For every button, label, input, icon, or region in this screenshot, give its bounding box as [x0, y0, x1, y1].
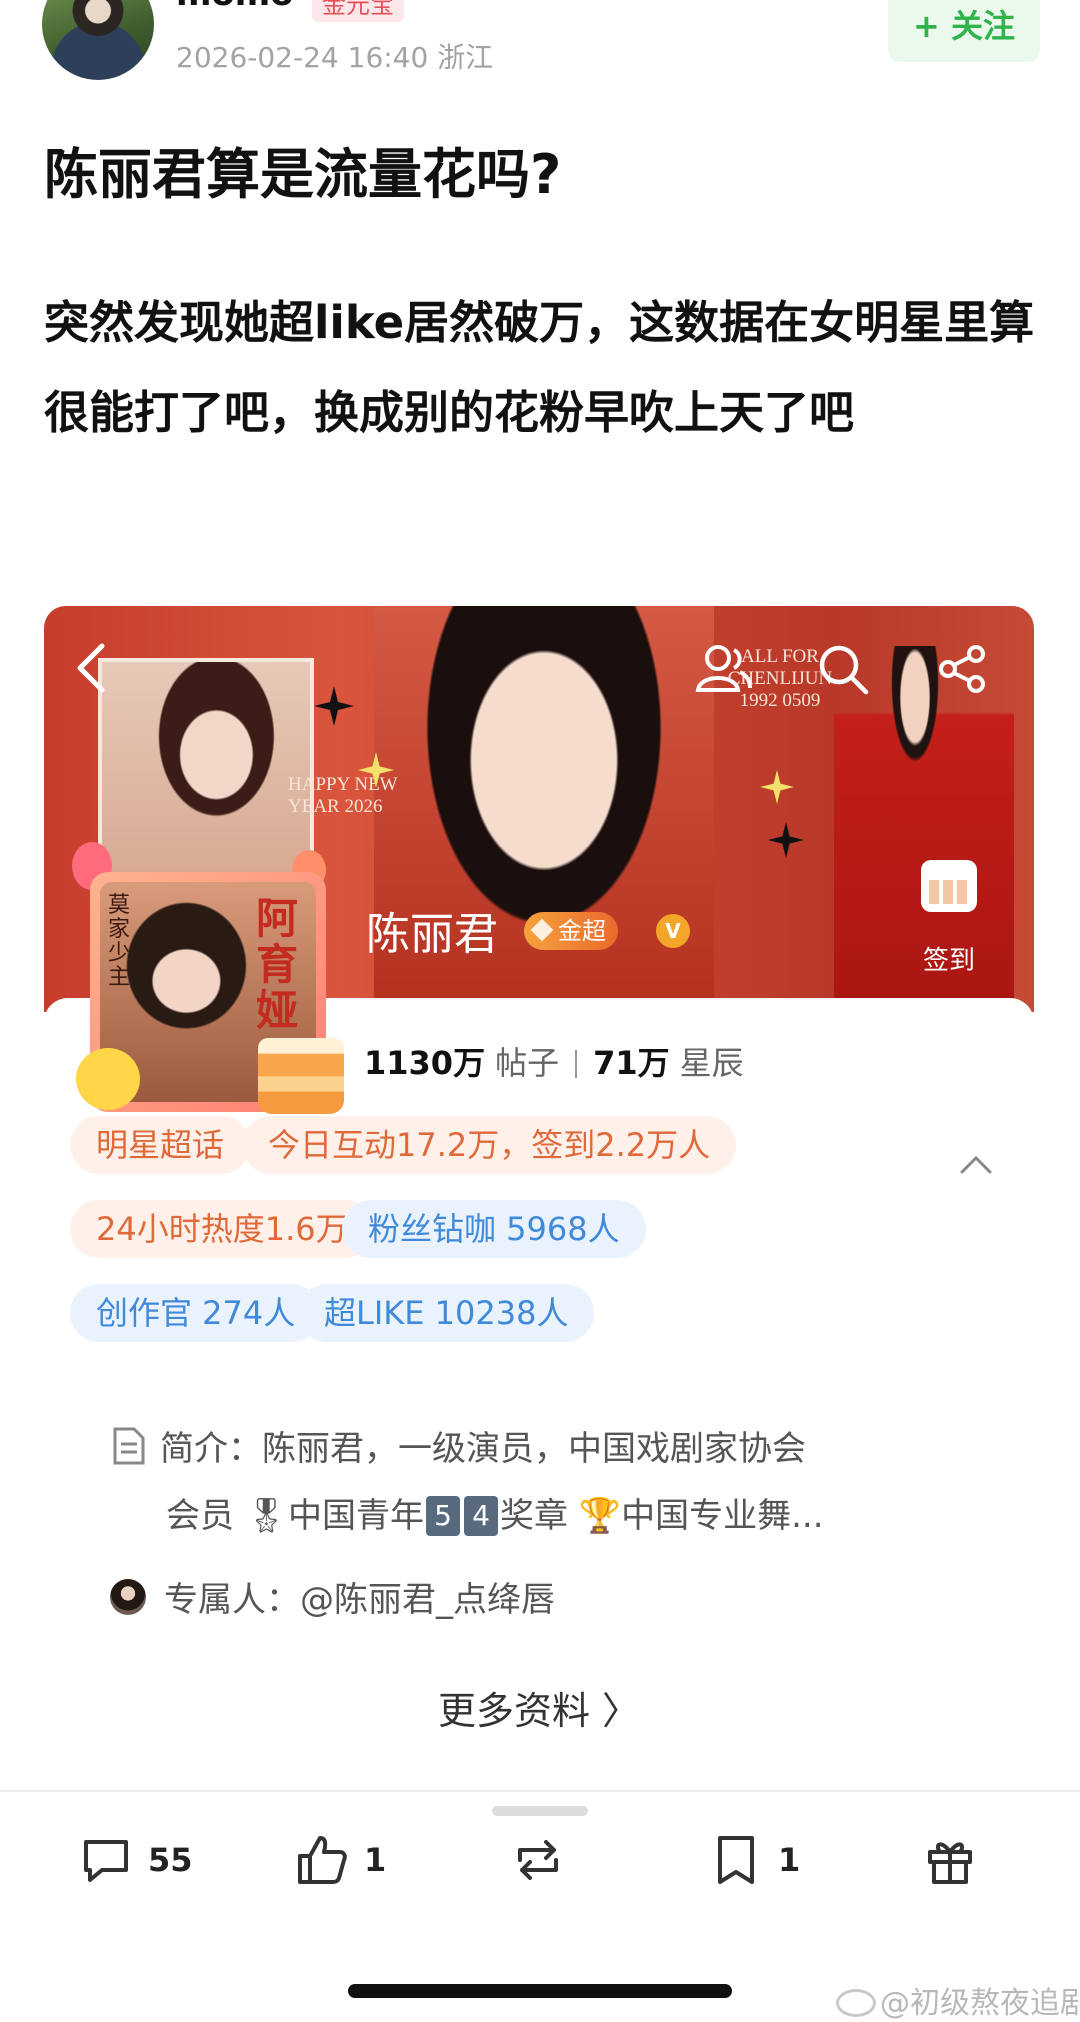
watermark-text: @初级熬夜追剧: [880, 1986, 1080, 2021]
key-4: 4: [463, 1496, 498, 1536]
repost-button[interactable]: [510, 1830, 580, 1890]
avatar-title: 阿育娅: [256, 894, 299, 1035]
intro-line-2: 会员 🎖中国青年 5 4 奖章 🏆中国专业舞...: [166, 1488, 824, 1537]
drag-handle[interactable]: [492, 1806, 588, 1816]
chip-daily-interaction[interactable]: 今日互动17.2万，签到2.2万人: [242, 1116, 737, 1174]
supertopic-avatar[interactable]: 莫家少主 阿育娅: [70, 842, 346, 1122]
comment-icon: [84, 1840, 128, 1882]
group-icon[interactable]: [692, 640, 754, 696]
posts-label: 帖子: [495, 1044, 560, 1082]
chip-24h-heat[interactable]: 24小时热度1.6万: [70, 1200, 374, 1258]
share-icon[interactable]: [936, 642, 990, 696]
supertopic-stats: 1130万 帖子 71万 星辰: [364, 1038, 744, 1084]
action-bar-divider: [0, 1790, 1080, 1792]
user-avatar[interactable]: [42, 0, 154, 80]
checkin-label: 签到: [922, 946, 975, 976]
post-body: 突然发现她超like居然破万，这数据在女明星里算很能打了吧，换成别的花粉早吹上天…: [44, 296, 1035, 439]
chick-icon: [76, 1048, 140, 1110]
gift-button[interactable]: [922, 1830, 978, 1890]
post-timestamp-location: 2026-02-24 16:40 浙江: [176, 41, 494, 74]
more-info-link[interactable]: 更多资料 〉: [44, 1680, 1034, 1735]
supertopic-card[interactable]: ALL FOR CHENLIJUN 1992 0509 HAPPY NEW YE…: [44, 606, 1034, 1788]
intro-text-2b: 奖章 🏆中国专业舞...: [499, 1496, 824, 1536]
sparkle-icon: [760, 770, 794, 804]
chevron-up-icon[interactable]: [956, 1146, 996, 1186]
vip-badge: V: [656, 914, 690, 948]
exclusive-avatar: [110, 1579, 146, 1615]
like-count: 1: [364, 1841, 387, 1879]
search-icon[interactable]: [816, 642, 870, 696]
username[interactable]: momo: [176, 0, 294, 14]
comment-count: 55: [148, 1841, 193, 1879]
chip-super-like[interactable]: 超LIKE 10238人: [298, 1284, 595, 1342]
repost-icon: [518, 1840, 558, 1880]
key-5: 5: [425, 1496, 460, 1536]
comment-button[interactable]: 55: [78, 1830, 193, 1890]
avatar-subtitle: 莫家少主: [108, 893, 131, 990]
level-badge: 金超: [524, 912, 618, 950]
sparkle-icon: [314, 686, 354, 726]
intro-text-1: 简介：陈丽君，一级演员，中国戏剧家协会: [160, 1429, 806, 1469]
document-icon: [113, 1427, 145, 1465]
favorite-button[interactable]: 1: [708, 1830, 800, 1890]
sparkle-icon: [768, 822, 804, 858]
posts-count: 1130万: [364, 1044, 486, 1082]
intro-text-2a: 会员 🎖中国青年: [166, 1496, 424, 1536]
sparkle-icon: [358, 752, 394, 788]
favorite-icon: [718, 1836, 754, 1884]
calendar-icon: [921, 860, 977, 912]
like-button[interactable]: 1: [294, 1830, 386, 1890]
intro-line-1: 简介：陈丽君，一级演员，中国戏剧家协会: [112, 1410, 992, 1488]
home-indicator[interactable]: [348, 1984, 732, 1998]
back-icon[interactable]: [72, 640, 112, 696]
checkin-button[interactable]: 签到: [894, 860, 1004, 1000]
stars-count: 71万: [593, 1044, 670, 1082]
chip-creator[interactable]: 创作官 274人: [70, 1284, 322, 1342]
weibo-icon: [836, 1989, 876, 2017]
user-badge: 金元宝: [312, 0, 404, 22]
follow-button[interactable]: + 关注: [888, 0, 1040, 62]
gift-icon: [928, 1842, 972, 1884]
exclusive-text: 专属人：@陈丽君_点绛唇: [164, 1580, 555, 1620]
post-title: 陈丽君算是流量花吗?: [44, 143, 562, 206]
favorite-count: 1: [778, 1841, 801, 1879]
stars-label: 星辰: [679, 1044, 744, 1082]
cake-icon: [258, 1038, 344, 1114]
watermark: @初级熬夜追剧: [836, 1978, 1080, 2022]
post-header: momo 金元宝 2026-02-24 16:40 浙江 + 关注: [0, 0, 1080, 100]
exclusive-member[interactable]: 专属人：@陈丽君_点绛唇: [110, 1572, 555, 1621]
like-icon: [298, 1836, 347, 1884]
stats-separator: [575, 1050, 578, 1078]
supertopic-name: 陈丽君: [366, 909, 498, 960]
chip-fan-diamond[interactable]: 粉丝钻咖 5968人: [342, 1200, 646, 1258]
chip-star-topic[interactable]: 明星超话: [70, 1116, 251, 1174]
